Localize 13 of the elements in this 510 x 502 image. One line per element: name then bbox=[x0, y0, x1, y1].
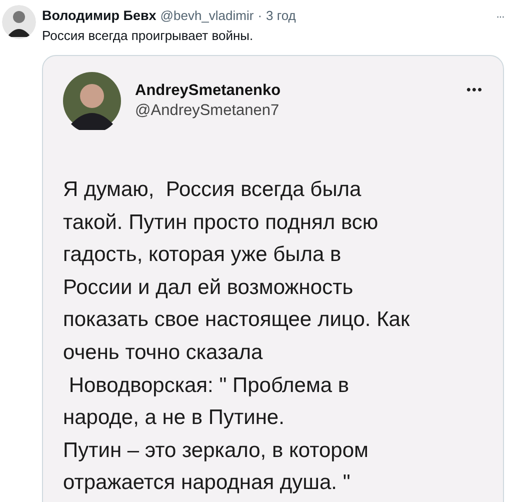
tweet-text: Россия всегда проигрывает войны. bbox=[42, 28, 254, 43]
more-button[interactable]: ··· bbox=[496, 11, 504, 23]
more-icon: ••• bbox=[466, 82, 483, 97]
avatar bbox=[63, 72, 121, 130]
separator: · bbox=[258, 8, 262, 23]
avatar[interactable] bbox=[2, 5, 36, 39]
author-name[interactable]: Володимир Бевх bbox=[42, 8, 156, 23]
timestamp[interactable]: 3 год bbox=[266, 8, 296, 23]
author-name: AndreySmetanenko bbox=[135, 82, 281, 100]
embedded-post-image[interactable] bbox=[42, 55, 504, 502]
post-text: Я думаю, Россия всегда была такой. Путин просто поднял всю гадость, которая уже была в России и дал ей возможность показать свое настоящее лицо. Как очень точно сказала Новодворская: " Проблема в народе, а не в Путине. Путин – это зеркало, в котором отражается народная душа. " bbox=[63, 177, 411, 496]
author-handle[interactable]: @bevh_vladimir bbox=[160, 8, 254, 23]
author-handle: @AndreySmetanen7 bbox=[135, 102, 280, 120]
